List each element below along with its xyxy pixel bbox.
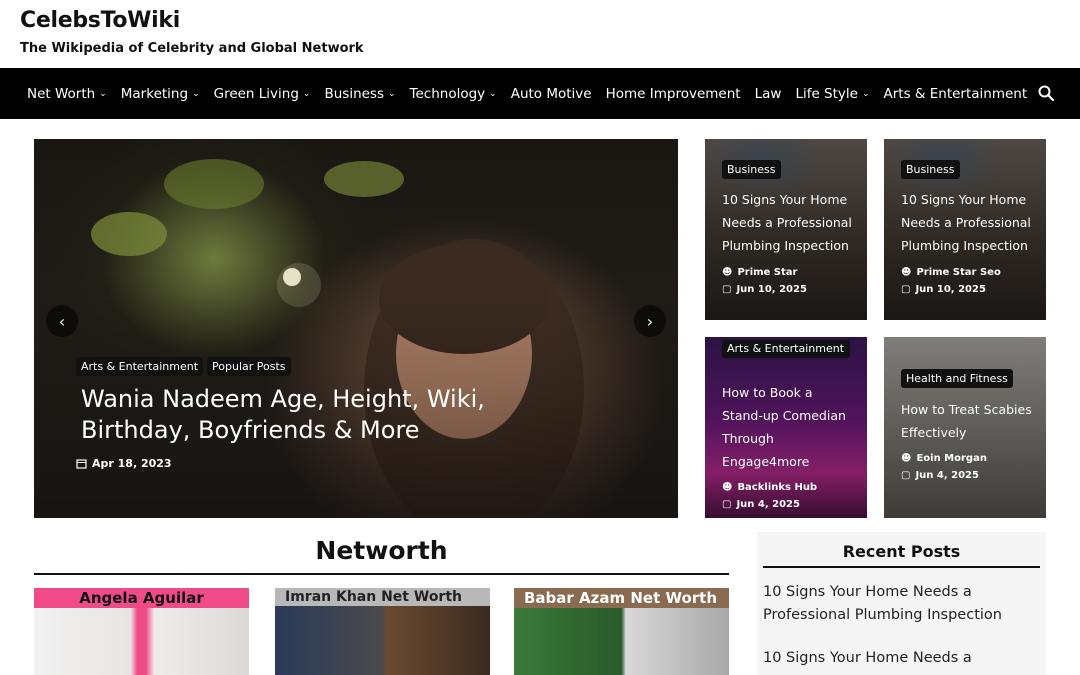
site-title[interactable]: CelebsToWiki [20, 8, 1060, 33]
thumb-caption: Angela Aguilar [34, 588, 249, 608]
nav-item-auto-motive[interactable]: Auto Motive [511, 86, 592, 102]
hero-slider[interactable]: ‹ › Arts & Entertainment Popular Posts W… [34, 139, 678, 518]
post-card-comedian[interactable]: Arts & Entertainment How to Book a Stand… [705, 337, 867, 518]
recent-posts-widget: Recent Posts 10 Signs Your Home Needs a … [757, 532, 1046, 675]
search-icon[interactable] [1038, 85, 1054, 101]
chevron-down-icon: ⌄ [388, 88, 396, 99]
nav-item-life-style[interactable]: Life Style ⌄ [795, 86, 869, 102]
nav-item-business[interactable]: Business ⌄ [324, 86, 395, 102]
hero-tag-arts[interactable]: Arts & Entertainment [76, 357, 204, 376]
thumb-caption: Imran Khan Net Worth [275, 588, 490, 606]
card-author-name[interactable]: Eoin Morgan [916, 453, 987, 464]
card-category[interactable]: Arts & Entertainment [722, 340, 850, 358]
nav-item-home-improvement[interactable]: Home Improvement [606, 86, 741, 102]
recent-post-link[interactable]: 10 Signs Your Home Needs a [757, 647, 1046, 670]
calendar-icon: ▢ [722, 499, 732, 510]
card-category[interactable]: Health and Fitness [901, 369, 1013, 388]
calendar-icon: ▢ [901, 470, 911, 481]
card-author: ☻ Backlinks Hub [722, 482, 817, 493]
nav-item-label: Home Improvement [605, 85, 741, 102]
nav-item-label: Green Living [213, 85, 299, 102]
networth-thumb-imran[interactable]: Imran Khan Net Worth [275, 588, 490, 675]
site-tagline: The Wikipedia of Celebrity and Global Ne… [20, 41, 364, 56]
chevron-down-icon: ⌄ [861, 88, 870, 99]
card-title[interactable]: How to Book a Stand-up Comedian Through … [722, 381, 857, 473]
nav-item-label: Business [324, 85, 384, 102]
post-card-scabies[interactable]: Health and Fitness How to Treat Scabies … [884, 337, 1046, 518]
card-date: ▢ Jun 10, 2025 [901, 284, 986, 295]
hero-date: Apr 18, 2023 [76, 457, 172, 470]
post-card-plumbing-2[interactable]: Business 10 Signs Your Home Needs a Prof… [884, 139, 1046, 320]
card-date: ▢ Jun 10, 2025 [722, 284, 807, 295]
nav-item-label: Auto Motive [510, 85, 592, 102]
card-category[interactable]: Business [722, 160, 781, 179]
card-date: ▢ Jun 4, 2025 [901, 470, 979, 481]
hero-date-text: Apr 18, 2023 [92, 457, 172, 470]
card-title[interactable]: 10 Signs Your Home Needs a Professional … [901, 188, 1036, 257]
nav-item-arts-entertainment[interactable]: Arts & Entertainment [884, 86, 1028, 102]
nav-item-label: Technology [409, 85, 486, 102]
card-author: ☻ Prime Star [722, 267, 797, 278]
site-header: CelebsToWiki The Wikipedia of Celebrity … [0, 0, 1080, 68]
section-divider [34, 573, 729, 575]
thumb-caption: Babar Azam Net Worth [514, 588, 729, 608]
card-category[interactable]: Business [901, 160, 960, 179]
card-author: ☻ Eoin Morgan [901, 453, 987, 464]
user-icon: ☻ [901, 267, 912, 278]
hero-tags: Arts & Entertainment Popular Posts [76, 357, 291, 376]
nav-item-net-worth[interactable]: Net Worth ⌄ [27, 86, 107, 102]
card-date-text: Jun 4, 2025 [915, 470, 979, 481]
nav-item-label: Law [754, 85, 782, 102]
nav-item-label: Arts & Entertainment [883, 85, 1028, 102]
card-title[interactable]: How to Treat Scabies Effectively [901, 398, 1036, 444]
card-author: ☻ Prime Star Seo [901, 267, 1001, 278]
chevron-down-icon: ⌄ [99, 88, 107, 99]
recent-posts-divider [763, 566, 1040, 568]
card-date: ▢ Jun 4, 2025 [722, 499, 800, 510]
card-author-name[interactable]: Prime Star [737, 267, 797, 278]
card-author-name[interactable]: Backlinks Hub [737, 482, 817, 493]
chevron-down-icon: ⌄ [192, 88, 200, 99]
chevron-right-icon[interactable]: › [634, 305, 666, 337]
card-date-text: Jun 4, 2025 [736, 499, 800, 510]
chevron-left-icon[interactable]: ‹ [46, 305, 78, 337]
card-date-text: Jun 10, 2025 [915, 284, 986, 295]
user-icon: ☻ [901, 453, 912, 464]
recent-posts-title: Recent Posts [842, 542, 961, 561]
hero-title[interactable]: Wania Nadeem Age, Height, Wiki, Birthday… [81, 384, 601, 446]
chevron-down-icon: ⌄ [302, 88, 311, 99]
calendar-icon [76, 459, 87, 469]
calendar-icon: ▢ [722, 284, 732, 295]
nav-item-green-living[interactable]: Green Living ⌄ [214, 86, 311, 102]
nav-item-label: Net Worth [27, 85, 96, 102]
card-author-name[interactable]: Prime Star Seo [916, 267, 1000, 278]
nav-item-technology[interactable]: Technology ⌄ [410, 86, 497, 102]
networth-thumb-babar[interactable]: Babar Azam Net Worth [514, 588, 729, 675]
user-icon: ☻ [722, 482, 733, 493]
user-icon: ☻ [722, 267, 733, 278]
main-nav: Net Worth ⌄ Marketing ⌄ Green Living ⌄ Busi… [0, 68, 1080, 119]
card-title[interactable]: 10 Signs Your Home Needs a Professional … [722, 188, 857, 257]
recent-post-link[interactable]: 10 Signs Your Home Needs a Professional … [757, 581, 1046, 627]
nav-item-marketing[interactable]: Marketing ⌄ [121, 86, 200, 102]
hero-tag-popular[interactable]: Popular Posts [207, 357, 291, 376]
nav-item-label: Life Style [795, 85, 858, 102]
chevron-down-icon: ⌄ [489, 88, 497, 99]
post-card-plumbing-1[interactable]: Business 10 Signs Your Home Needs a Prof… [705, 139, 867, 320]
nav-item-law[interactable]: Law [755, 86, 782, 102]
nav-item-label: Marketing [120, 85, 189, 102]
networth-thumb-angela[interactable]: Angela Aguilar [34, 588, 249, 675]
card-date-text: Jun 10, 2025 [736, 284, 807, 295]
section-title-networth: Networth [315, 536, 448, 565]
calendar-icon: ▢ [901, 284, 911, 295]
